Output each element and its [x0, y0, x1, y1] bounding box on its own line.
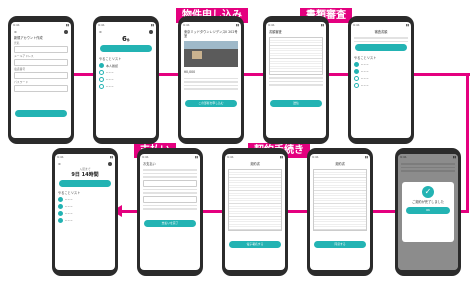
contract-document [228, 169, 282, 232]
phone-contract-review: 9:41 ▮▮ 契約書 同意する [307, 148, 373, 276]
todo-item[interactable]: ─ ─ ─ [351, 82, 411, 89]
p1-logo: ≡ [14, 30, 17, 34]
email-field[interactable] [14, 59, 68, 67]
p6-button[interactable] [59, 180, 111, 187]
phone-account-creation: 9:41 ▮▮ ≡ 新規アカウント作成 氏名 メールアドレス 電話番号 パスワード [8, 16, 74, 144]
contract-document [313, 169, 367, 232]
todo-item[interactable]: ─ ─ ─ [351, 61, 411, 68]
p3-price: ¥0,000 [184, 70, 196, 75]
p4-title: 書類審査 [269, 30, 282, 34]
todo-item[interactable]: ─ ─ ─ [96, 76, 156, 83]
sign-button[interactable]: 電子署名する [229, 241, 281, 249]
document-image [269, 37, 323, 76]
create-account-button[interactable] [15, 110, 67, 118]
remaining-time: 9日 14時間 [71, 172, 99, 178]
check-icon: ✓ [422, 186, 434, 198]
property-photo [184, 41, 238, 68]
p3-title: 東京ミッドタウンレジデンスII 202号室 [184, 30, 238, 39]
todo-item[interactable]: 本人確認 [96, 62, 156, 69]
todo-item[interactable]: ─ ─ ─ [351, 68, 411, 75]
todo-item[interactable]: ─ ─ ─ [96, 83, 156, 90]
todo-item[interactable]: ─ ─ ─ [96, 69, 156, 76]
phone-dashboard: 9:41 ▮▮ ≡ 6件 やることリスト 本人確認 ─ ─ ─ ─ ─ ─ ─ ─… [93, 16, 159, 144]
phone-contract-complete: 9:41 ▮▮ ✓ ご契約が完了しました OK [395, 148, 461, 276]
p7-title: お支払い [143, 162, 156, 166]
ok-button[interactable]: OK [406, 207, 450, 215]
avatar [64, 30, 68, 34]
p8-title: 契約書 [250, 162, 260, 166]
todo-item[interactable]: ─ ─ ─ [55, 196, 115, 203]
todo-item[interactable]: ─ ─ ─ [55, 203, 115, 210]
card-field[interactable] [143, 195, 197, 203]
phone-review-documents: 9:41 ▮▮ 審査書類 やることリスト ─ ─ ─ ─ ─ ─ ─ ─ ─ ─ … [348, 16, 414, 144]
p9-title: 契約書 [335, 162, 345, 166]
phone-document-review: 9:41 ▮▮ 書類審査 送信 [263, 16, 329, 144]
name-field[interactable] [14, 46, 68, 54]
phone-property-detail: 9:41 ▮▮ 東京ミッドタウンレジデンスII 202号室 ¥0,000 この部屋… [178, 16, 244, 144]
completion-modal: ✓ ご契約が完了しました OK [402, 182, 454, 242]
todo-item[interactable]: ─ ─ ─ [55, 217, 115, 224]
phone-payment: 9:41 ▮▮ お支払い 支払いを完了 [137, 148, 203, 276]
submit-button[interactable]: 送信 [270, 99, 322, 107]
apply-button[interactable]: この部屋を申し込む [185, 99, 237, 107]
p5-button[interactable] [355, 44, 407, 52]
todo-item[interactable]: ─ ─ ─ [55, 210, 115, 217]
agree-button[interactable]: 同意する [314, 241, 366, 249]
phone-remaining: 9:41 ▮▮ ≡ 入居まで 9日 14時間 やることリスト ─ ─ ─ ─ ─ … [52, 148, 118, 276]
pay-button[interactable]: 支払いを完了 [144, 219, 196, 227]
todo-item[interactable]: ─ ─ ─ [351, 75, 411, 82]
card-field[interactable] [143, 179, 197, 187]
p10-title: ご契約が完了しました [412, 200, 444, 204]
phone-field[interactable] [14, 72, 68, 80]
phone-contract-sign: 9:41 ▮▮ 契約書 電子署名する [222, 148, 288, 276]
p5-title: 審査書類 [374, 30, 388, 34]
password-field[interactable] [14, 85, 68, 93]
p2-button[interactable] [100, 45, 152, 52]
flow-line-right [466, 73, 469, 213]
